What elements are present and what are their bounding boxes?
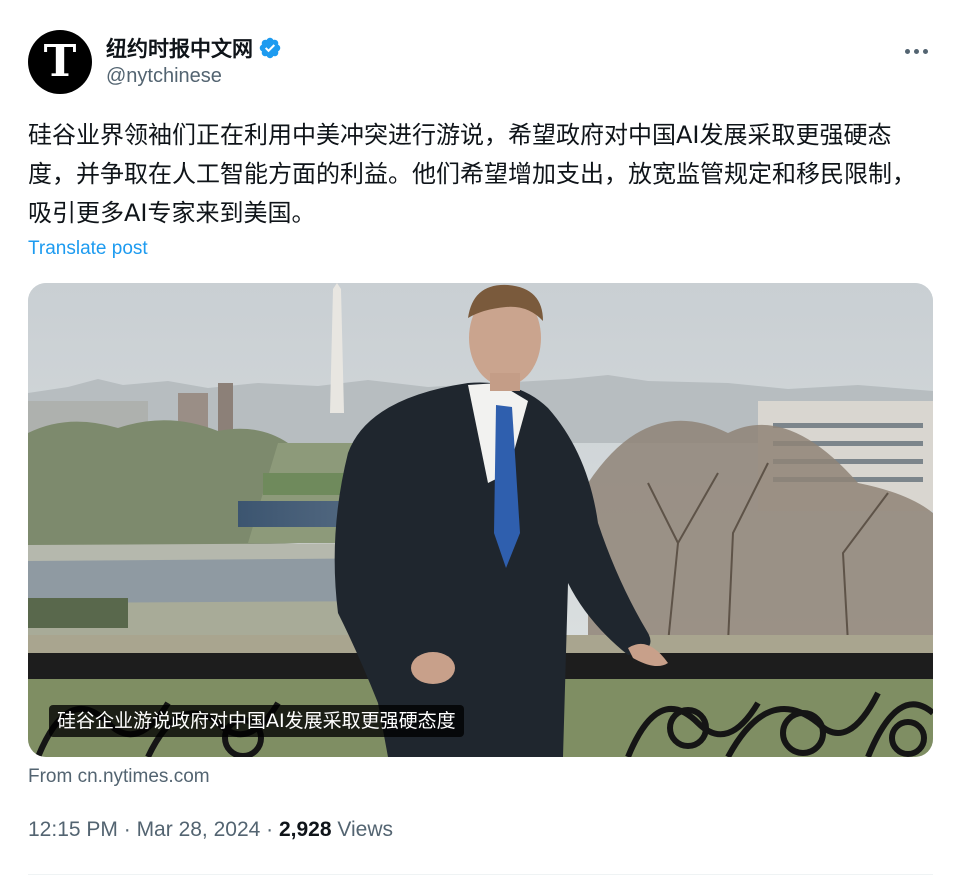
post-meta: 12:15 PM · Mar 28, 2024 · 2,928 Views xyxy=(28,818,393,842)
display-name-row: 纽约时报中文网 xyxy=(106,33,282,63)
post-text: 硅谷业界领袖们正在利用中美冲突进行游说，希望政府对中国AI发展采取更强硬态度，并… xyxy=(28,121,916,227)
verified-badge-icon[interactable] xyxy=(258,36,282,60)
meta-separator: · xyxy=(260,818,279,841)
divider xyxy=(28,874,933,875)
avatar[interactable]: T xyxy=(28,30,92,94)
display-name[interactable]: 纽约时报中文网 xyxy=(106,33,253,63)
more-options-icon[interactable] xyxy=(899,36,933,66)
post-date[interactable]: Mar 28, 2024 xyxy=(137,818,261,842)
link-card-image xyxy=(28,283,933,757)
author-names: 纽约时报中文网 @nytchinese xyxy=(106,33,282,88)
views-count[interactable]: 2,928 xyxy=(279,818,332,842)
meta-separator: · xyxy=(117,818,137,841)
translate-post-link[interactable]: Translate post xyxy=(28,238,148,260)
link-source[interactable]: From cn.nytimes.com xyxy=(28,766,210,788)
nyt-logo: T xyxy=(43,36,77,87)
post-time[interactable]: 12:15 PM xyxy=(28,818,118,842)
views-label: Views xyxy=(331,818,394,841)
handle[interactable]: @nytchinese xyxy=(106,65,282,88)
link-card-title: 硅谷企业游说政府对中国AI发展采取更强硬态度 xyxy=(49,705,464,737)
post-header: T 纽约时报中文网 @nytchinese xyxy=(28,30,933,94)
link-card[interactable]: 硅谷企业游说政府对中国AI发展采取更强硬态度 xyxy=(28,283,933,757)
